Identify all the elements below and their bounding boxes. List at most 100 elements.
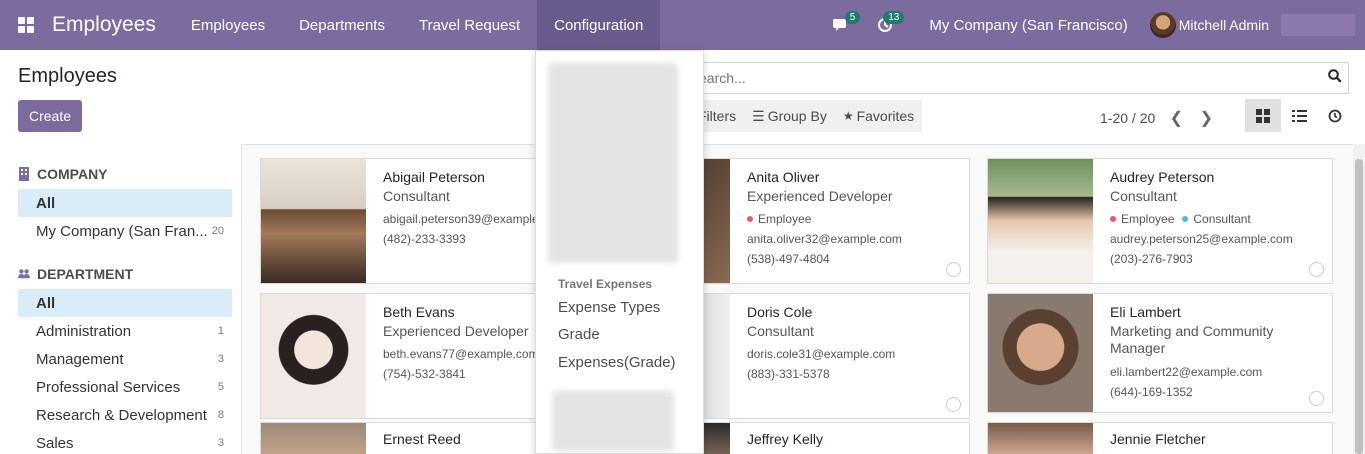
company-header-label: COMPANY: [37, 166, 108, 182]
activities-icon[interactable]: 13: [863, 0, 907, 50]
department-item-professional-services[interactable]: Professional Services 5: [18, 373, 232, 401]
scrollbar[interactable]: [1353, 144, 1365, 454]
kanban-view-icon[interactable]: [1245, 99, 1281, 132]
company-item-all[interactable]: All: [18, 189, 232, 217]
activities-badge: 13: [883, 11, 905, 24]
search-options: Filters ☰ Group By ★ Favorites: [690, 100, 923, 132]
user-menu[interactable]: Mitchell Admin: [1149, 12, 1269, 38]
user-name: Mitchell Admin: [1178, 17, 1269, 33]
app-brand[interactable]: Employees: [52, 13, 156, 37]
building-icon: [19, 167, 29, 181]
scrollbar-thumb[interactable]: [1355, 159, 1363, 454]
star-icon: ★: [842, 109, 854, 123]
department-item-label: Administration: [36, 322, 132, 340]
blurred-db-name: [1281, 14, 1355, 36]
favorites-label: Favorites: [856, 108, 915, 124]
tag-employee: Employee: [1110, 212, 1174, 226]
menu-employees[interactable]: Employees: [174, 0, 282, 50]
employee-photo: [261, 159, 366, 283]
search-icon[interactable]: [1328, 69, 1342, 83]
department-header-label: DEPARTMENT: [37, 266, 134, 282]
department-item-count: 5: [217, 381, 224, 393]
employee-job: Experienced Developer: [747, 188, 893, 204]
pager-next-icon[interactable]: ❯: [1191, 108, 1221, 128]
department-item-all[interactable]: All: [18, 289, 232, 317]
groupby-label: Group By: [767, 108, 827, 124]
avatar: [1149, 12, 1176, 38]
department-section-header: DEPARTMENT: [18, 259, 241, 289]
employee-name: Jeffrey Kelly: [747, 431, 823, 447]
company-section-header: COMPANY: [18, 159, 241, 189]
department-item-label: Sales: [36, 434, 74, 452]
employee-name: Audrey Peterson: [1110, 169, 1215, 185]
employee-phone: (538)-497-4804: [747, 252, 830, 266]
employee-photo: [988, 159, 1093, 283]
department-item-count: 3: [217, 353, 224, 365]
employee-phone: (203)-276-7903: [1110, 252, 1193, 266]
menu-configuration[interactable]: Configuration: [537, 0, 661, 50]
employee-name: Doris Cole: [747, 304, 813, 320]
employee-card[interactable]: Audrey Peterson Consultant Employee Cons…: [987, 158, 1333, 284]
users-icon: [18, 269, 30, 279]
department-item-label: Professional Services: [36, 378, 181, 396]
employee-email: anita.oliver32@example.com: [747, 232, 902, 246]
employee-email: doris.cole31@example.com: [747, 347, 896, 361]
page-title: Employees: [18, 65, 117, 87]
employee-photo: [261, 423, 366, 454]
menu-departments[interactable]: Departments: [282, 0, 402, 50]
employee-name: Eli Lambert: [1110, 304, 1181, 320]
department-item-management[interactable]: Management 3: [18, 345, 232, 373]
department-item-research-development[interactable]: Research & Development 8: [18, 401, 232, 429]
employee-tags: Employee: [747, 212, 961, 226]
activity-clock-icon[interactable]: [946, 262, 961, 277]
create-button[interactable]: Create: [18, 100, 82, 132]
menu-item-expenses-grade[interactable]: Expenses(Grade): [558, 354, 676, 371]
employee-photo: [988, 423, 1093, 454]
department-item-count: 3: [217, 437, 224, 449]
tag-consultant: Consultant: [1182, 212, 1251, 226]
department-item-count: 1: [217, 325, 224, 337]
department-item-sales[interactable]: Sales 3: [18, 429, 232, 454]
search-input[interactable]: earch...: [690, 62, 1349, 94]
messages-badge: 5: [844, 11, 861, 24]
activity-clock-icon[interactable]: [946, 397, 961, 412]
pager: 1-20 / 20 ❮ ❯: [1100, 108, 1221, 128]
department-item-label: Research & Development: [36, 406, 207, 424]
menu-item-grade[interactable]: Grade: [558, 326, 600, 343]
main-menu: Employees Departments Travel Request Con…: [174, 0, 661, 50]
department-item-count: 8: [217, 409, 224, 421]
activity-clock-icon[interactable]: [1309, 262, 1324, 277]
view-switcher: [1245, 99, 1353, 132]
employee-job: Consultant: [747, 323, 814, 339]
messages-icon[interactable]: 5: [819, 0, 863, 50]
searchpanel-sidebar: COMPANY All My Company (San Fran... 20 D…: [0, 144, 242, 454]
list-icon: ☰: [752, 107, 765, 124]
employee-tags: Employee Consultant: [1110, 212, 1324, 226]
company-item-count: 20: [211, 225, 224, 237]
employee-photo: [988, 294, 1093, 412]
pager-prev-icon[interactable]: ❮: [1161, 108, 1191, 128]
activity-view-icon[interactable]: [1317, 99, 1353, 132]
groupby-button[interactable]: ☰ Group By: [744, 108, 835, 125]
travel-expenses-header: Travel Expenses: [558, 277, 653, 291]
company-item-label: All: [36, 194, 56, 212]
tag-label: Consultant: [1193, 212, 1251, 226]
apps-menu-icon[interactable]: [0, 0, 52, 50]
company-switcher[interactable]: My Company (San Francisco): [907, 17, 1149, 34]
favorites-button[interactable]: ★ Favorites: [835, 108, 922, 124]
department-item-administration[interactable]: Administration 1: [18, 317, 232, 345]
pager-value[interactable]: 1-20 / 20: [1100, 110, 1155, 126]
menu-item-expense-types[interactable]: Expense Types: [558, 299, 660, 316]
employee-phone: (644)-169-1352: [1110, 385, 1193, 399]
employee-email: eli.lambert22@example.com: [1110, 365, 1263, 379]
activity-clock-icon[interactable]: [1309, 391, 1324, 406]
company-item-my-company[interactable]: My Company (San Fran... 20: [18, 217, 232, 245]
employee-card[interactable]: Eli Lambert Marketing and Community Mana…: [987, 293, 1333, 413]
employee-photo: [261, 294, 366, 418]
list-view-icon[interactable]: [1281, 99, 1317, 132]
employee-job: Marketing and Community Manager: [1110, 323, 1274, 356]
menu-travel-request[interactable]: Travel Request: [402, 0, 537, 50]
employee-card[interactable]: Jennie Fletcher: [987, 422, 1333, 454]
employee-name: Anita Oliver: [747, 169, 820, 185]
configuration-dropdown: Travel Expenses Expense Types Grade Expe…: [535, 50, 704, 454]
